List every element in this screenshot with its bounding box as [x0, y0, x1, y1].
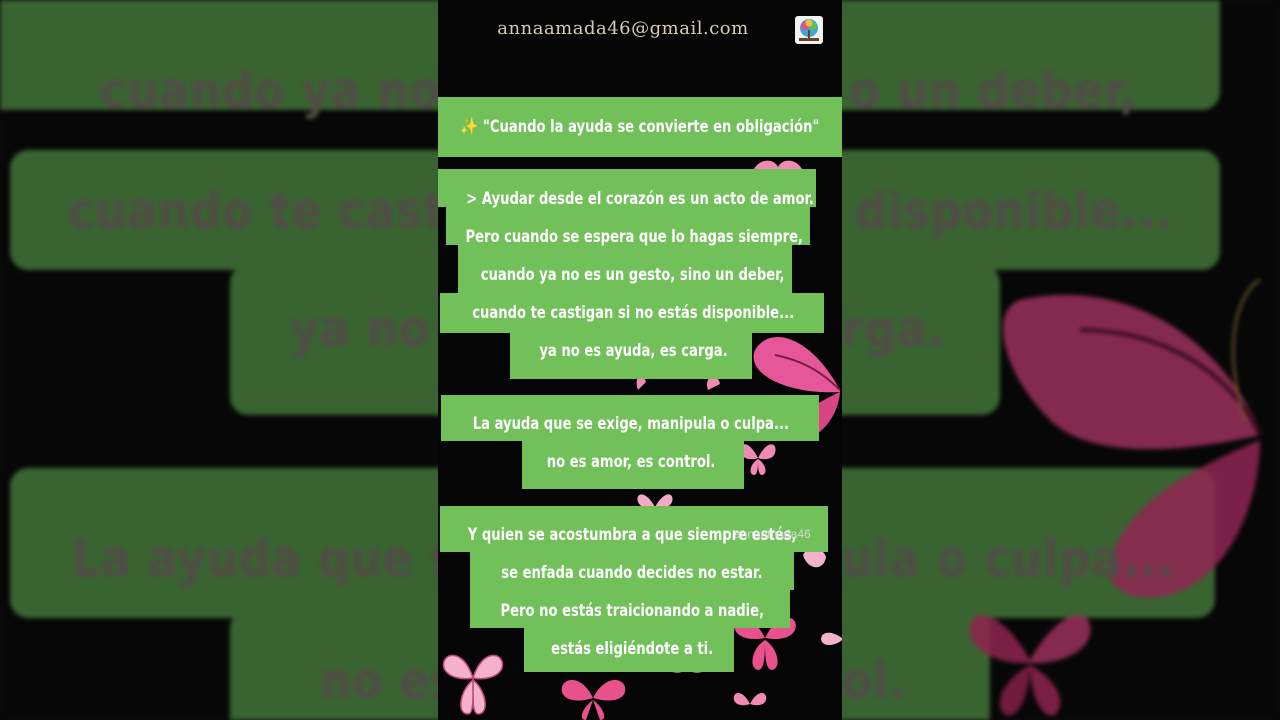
- paragraph2: La ayuda que se exige, manipula o culpa.…: [438, 405, 824, 481]
- tree-logo-icon: [795, 16, 823, 44]
- paragraph1-line: cuando te castigan si no estás disponibl…: [472, 303, 794, 323]
- paragraph2-line: La ayuda que se exige, manipula o culpa.…: [472, 414, 790, 434]
- butterfly-icon: [561, 680, 626, 720]
- title-text: ✨ "Cuando la ayuda se convierte en oblig…: [460, 117, 820, 137]
- paragraph1: > Ayudar desde el corazón es un acto de …: [438, 180, 828, 370]
- paragraph3-line: Pero no estás traicionando a nadie,: [500, 601, 764, 621]
- paragraph1-line: Pero cuando se espera que lo hagas siemp…: [465, 227, 804, 247]
- title-banner: ✨ "Cuando la ayuda se convierte en oblig…: [438, 97, 842, 157]
- paragraph1-line: > Ayudar desde el corazón es un acto de …: [466, 189, 814, 209]
- paragraph3-line: se enfada cuando decides no estar.: [501, 563, 763, 583]
- email-address: annaamada46@gmail.com: [497, 18, 749, 39]
- paragraph1-line: cuando ya no es un gesto, sino un deber,: [481, 265, 785, 285]
- story-frame: annaamada46@gmail.com ✨ "Cuando la ayuda…: [438, 0, 842, 720]
- paragraph1-line: ya no es ayuda, es carga.: [538, 341, 728, 361]
- username-watermark: annaamada46: [734, 527, 811, 541]
- paragraph2-line: no es amor, es control.: [546, 452, 716, 472]
- paragraph3-line: estás eligiéndote a ti.: [551, 639, 713, 659]
- butterfly-icon: [733, 693, 767, 706]
